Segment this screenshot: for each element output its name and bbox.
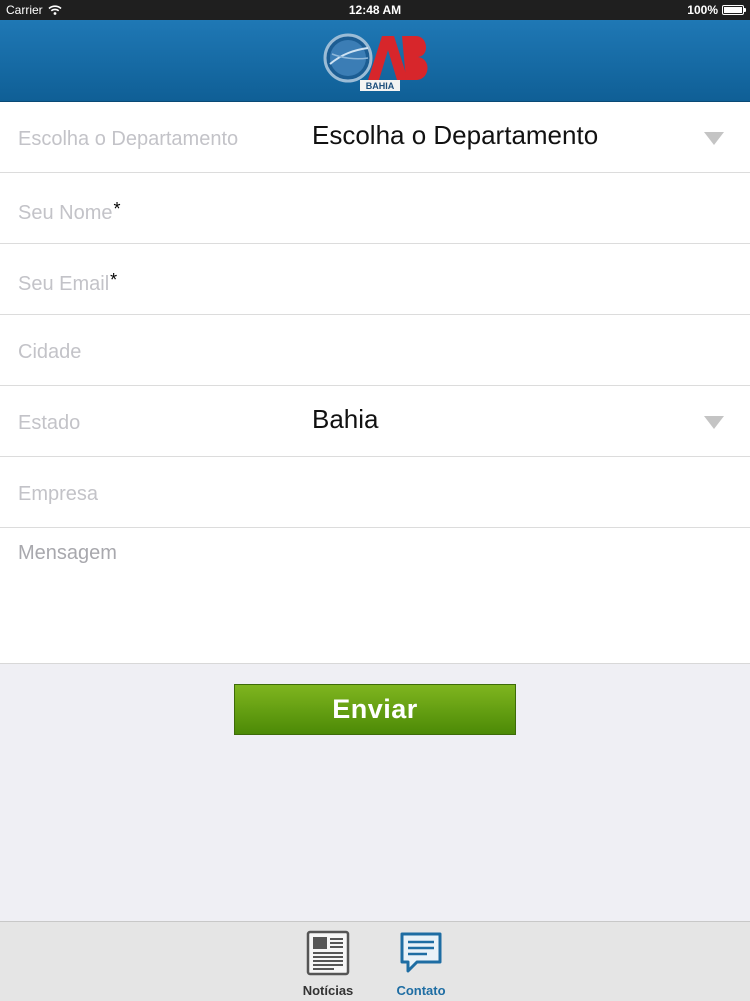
status-time: 12:48 AM — [348, 3, 402, 17]
name-field[interactable]: Seu Nome* — [0, 173, 750, 244]
newspaper-icon — [306, 930, 350, 976]
contact-form: Escolha o Departamento Escolha o Departa… — [0, 102, 750, 664]
dropdown-arrow-icon[interactable] — [704, 132, 724, 145]
status-bar: Carrier 12:48 AM 100% — [0, 0, 750, 20]
tab-contato[interactable]: Contato — [381, 930, 461, 998]
department-select[interactable]: Escolha o Departamento Escolha o Departa… — [0, 102, 750, 173]
email-label: Seu Email* — [18, 270, 118, 295]
company-field[interactable]: Empresa — [0, 457, 750, 528]
department-value[interactable]: Escolha o Departamento — [312, 120, 598, 151]
tab-bar: Notícias Contato — [0, 921, 750, 1001]
battery-group: 100% — [687, 3, 746, 17]
logo-subtitle: BAHIA — [366, 81, 395, 91]
chat-bubble-icon — [400, 932, 442, 973]
department-label: Escolha o Departamento — [18, 128, 239, 150]
name-label: Seu Nome* — [18, 199, 121, 224]
dropdown-arrow-icon[interactable] — [704, 416, 724, 429]
city-label: Cidade — [18, 341, 82, 363]
required-mark: * — [110, 270, 118, 290]
required-mark: * — [113, 199, 121, 219]
oab-logo: BAHIA — [323, 33, 428, 91]
state-value[interactable]: Bahia — [312, 404, 379, 435]
app-header: BAHIA — [0, 20, 750, 102]
battery-icon — [722, 5, 746, 15]
email-field[interactable]: Seu Email* — [0, 244, 750, 315]
company-label: Empresa — [18, 483, 99, 505]
message-textarea[interactable]: Mensagem — [0, 528, 750, 663]
city-field[interactable]: Cidade — [0, 315, 750, 386]
message-label: Mensagem — [18, 542, 117, 564]
tab-noticias[interactable]: Notícias — [288, 930, 368, 998]
tab-contato-label: Contato — [396, 983, 446, 998]
state-select[interactable]: Estado Bahia — [0, 386, 750, 457]
battery-percent: 100% — [687, 3, 718, 17]
tab-noticias-label: Notícias — [302, 983, 354, 998]
send-button[interactable]: Enviar — [234, 684, 516, 735]
state-label: Estado — [18, 412, 81, 434]
